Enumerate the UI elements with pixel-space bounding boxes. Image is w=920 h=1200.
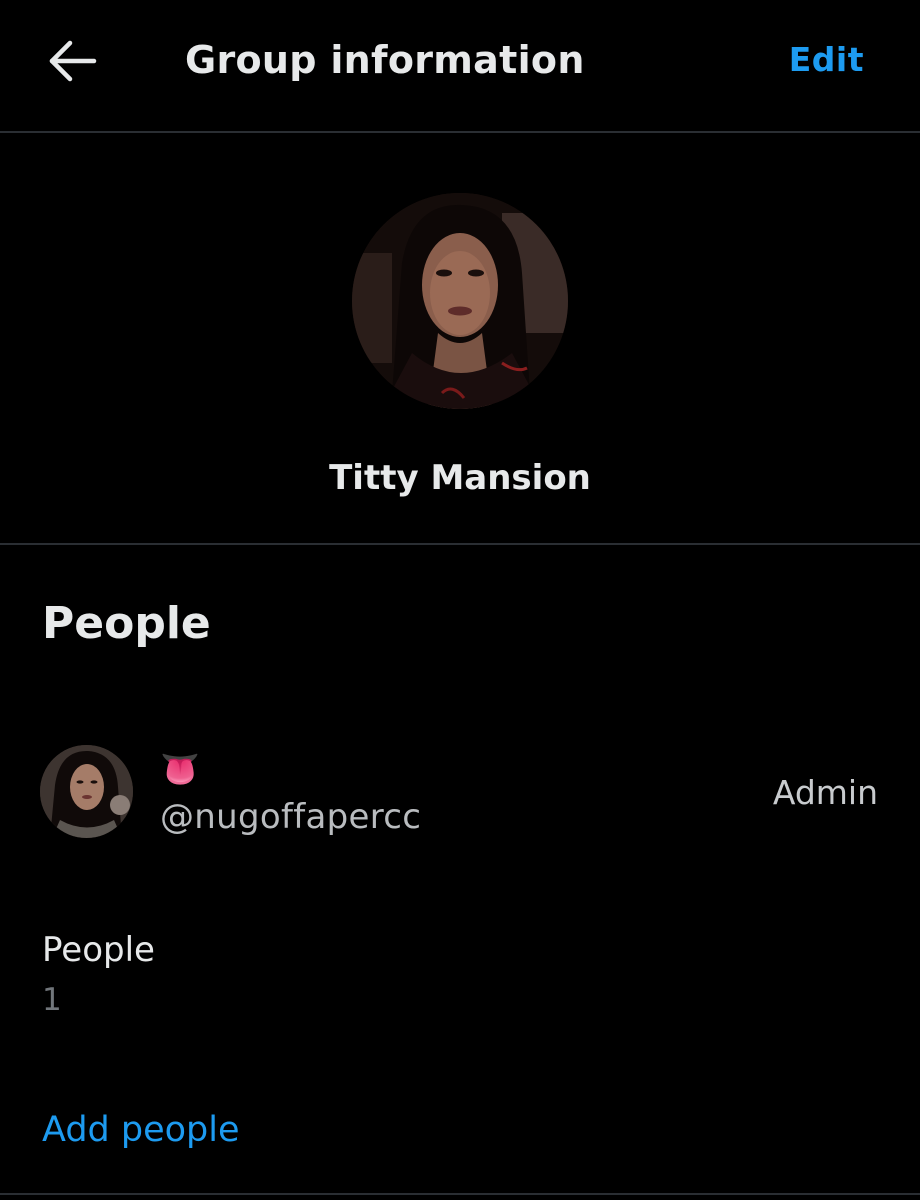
divider bbox=[0, 543, 920, 545]
edit-button[interactable]: Edit bbox=[789, 40, 864, 79]
top-app-bar: Group information Edit bbox=[0, 0, 920, 133]
member-row[interactable]: 👅 @nugoffapercc Admin bbox=[0, 735, 920, 845]
people-count-value: 1 bbox=[42, 982, 62, 1018]
group-avatar[interactable] bbox=[352, 193, 568, 409]
member-avatar[interactable] bbox=[40, 745, 133, 838]
page-title: Group information bbox=[185, 38, 585, 82]
back-button[interactable] bbox=[44, 36, 100, 86]
add-people-button[interactable]: Add people bbox=[42, 1110, 240, 1150]
member-handle: @nugoffapercc bbox=[160, 797, 422, 837]
arrow-left-icon bbox=[44, 36, 100, 86]
people-section-heading: People bbox=[42, 598, 211, 649]
member-role-badge: Admin bbox=[772, 773, 878, 812]
group-name: Titty Mansion bbox=[329, 458, 591, 498]
divider bbox=[0, 1193, 920, 1195]
people-count-label: People bbox=[42, 930, 155, 970]
member-display-name: 👅 bbox=[160, 750, 200, 788]
